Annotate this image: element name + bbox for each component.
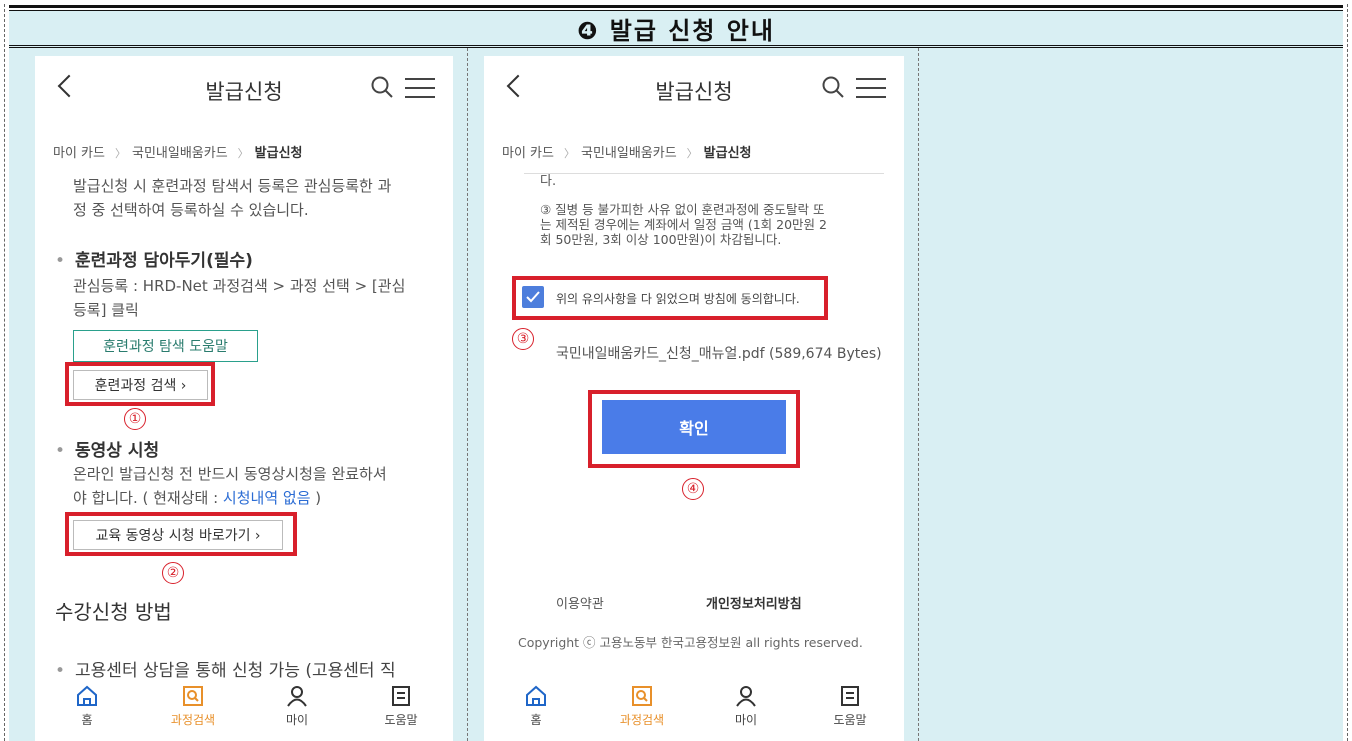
panel-right-empty — [919, 48, 1343, 741]
tab-help[interactable]: 도움말 — [820, 685, 880, 728]
course-search-icon — [183, 686, 203, 706]
guide-header: ❹ 발급 신청 안내 — [9, 10, 1343, 48]
chevron-right-icon: 〉 — [114, 147, 126, 160]
tab-label: 홈 — [530, 713, 542, 727]
step-marker-3: ③ — [512, 328, 534, 350]
home-icon — [526, 685, 546, 706]
terms-link[interactable]: 이용약관 — [556, 593, 604, 617]
guide-title: ❹ 발급 신청 안내 — [577, 16, 775, 45]
breadcrumb-item[interactable]: 국민내일배움카드 — [132, 146, 228, 161]
intro-line: 정 중 선택하여 등록하실 수 있습니다. — [73, 201, 309, 219]
app-header: 발급신청 — [484, 56, 904, 126]
section-heading: 훈련과정 담아두기(필수) — [55, 246, 253, 271]
highlight-box-4 — [588, 390, 800, 468]
intro-text: 발급신청 시 훈련과정 탐색서 등록은 관심등록한 과 정 중 선택하여 등록하… — [73, 174, 391, 222]
tab-label: 마이 — [285, 713, 309, 727]
tab-home[interactable]: 홈 — [57, 685, 117, 728]
help-document-icon — [392, 686, 410, 706]
tab-label: 과정검색 — [619, 713, 665, 727]
desc-line: 등록] 클릭 — [73, 301, 139, 319]
notice-line: 는 제적된 경우에는 계좌에서 일정 금액 (1회 20만원 2 — [540, 217, 827, 232]
intro-line: 발급신청 시 훈련과정 탐색서 등록은 관심등록한 과 — [73, 177, 392, 195]
tab-home[interactable]: 홈 — [506, 685, 566, 728]
breadcrumb: 마이 카드 〉 국민내일배움카드 〉 발급신청 — [53, 142, 307, 161]
bottom-tab-bar: 홈 과정검색 마이 도움말 — [35, 681, 453, 741]
section-desc: 관심등록 : HRD-Net 과정검색 > 과정 선택 > [관심 등록] 클릭 — [73, 274, 405, 322]
tab-label: 홈 — [81, 713, 93, 727]
tab-label: 도움말 — [833, 713, 867, 727]
notice-text: ③ 질병 등 불가피한 사유 없이 훈련과정에 중도탈락 또 는 제적된 경우에… — [540, 202, 827, 247]
menu-icon[interactable] — [856, 77, 886, 99]
section-heading: 동영상 시청 — [55, 436, 159, 461]
tab-course-search[interactable]: 과정검색 — [163, 685, 223, 728]
search-icon[interactable] — [822, 76, 844, 98]
tab-course-search[interactable]: 과정검색 — [612, 685, 672, 728]
desc-line: 온라인 발급신청 전 반드시 동영상시청을 완료하셔 — [73, 465, 387, 483]
breadcrumb-item[interactable]: 국민내일배움카드 — [581, 146, 677, 161]
section-bullet: 고용센터 상담을 통해 신청 가능 (고용센터 직 — [55, 656, 396, 681]
watch-status-link[interactable]: 시청내역 없음 — [223, 489, 311, 507]
breadcrumb: 마이 카드 〉 국민내일배움카드 〉 발급신청 — [502, 142, 756, 161]
manual-file-link[interactable]: 국민내일배움카드_신청_매뉴얼.pdf (589,674 Bytes) — [556, 342, 882, 366]
app-header: 발급신청 — [35, 56, 453, 126]
left-phone-screen: 발급신청 마이 카드 〉 국민내일배움카드 〉 발급신청 발급신청 시 훈련과정 탐색서… — [35, 56, 453, 741]
notice-line: 회 50만원, 3회 이상 100만원)이 차감됩니다. — [540, 232, 782, 247]
menu-icon[interactable] — [405, 77, 435, 99]
divider — [524, 173, 884, 174]
course-help-button[interactable]: 훈련과정 탐색 도움말 — [73, 330, 258, 362]
desc-line: 관심등록 : HRD-Net 과정검색 > 과정 선택 > [관심 — [73, 277, 406, 295]
step-marker-1: ① — [124, 408, 146, 430]
search-icon[interactable] — [371, 76, 393, 98]
privacy-policy-link[interactable]: 개인정보처리방침 — [706, 593, 802, 617]
person-icon — [736, 686, 756, 707]
tab-label: 도움말 — [384, 713, 418, 727]
help-document-icon — [841, 686, 859, 706]
course-search-icon — [632, 686, 652, 706]
chevron-right-icon: 〉 — [563, 147, 575, 160]
status-suffix: ) — [310, 489, 322, 507]
tab-label: 과정검색 — [170, 713, 216, 727]
bottom-tab-bar: 홈 과정검색 마이 도움말 — [484, 681, 904, 741]
breadcrumb-item[interactable]: 마이 카드 — [502, 146, 554, 161]
step-marker-4: ④ — [682, 478, 704, 500]
breadcrumb-current: 발급신청 — [254, 146, 303, 161]
highlight-box-1 — [65, 362, 215, 406]
breadcrumb-current: 발급신청 — [703, 146, 752, 161]
copyright-text: Copyright ⓒ 고용노동부 한국고용정보원 all rights res… — [518, 635, 863, 650]
top-rule — [9, 5, 1343, 8]
tab-my[interactable]: 마이 — [267, 685, 327, 728]
right-phone-screen: 발급신청 마이 카드 〉 국민내일배움카드 〉 발급신청 다. ③ 질병 등 불가피한 … — [484, 56, 904, 741]
tab-label: 마이 — [734, 713, 758, 727]
status-prefix: 야 합니다. ( 현재상태 : — [73, 489, 223, 507]
breadcrumb-item[interactable]: 마이 카드 — [53, 146, 105, 161]
highlight-box-3 — [512, 276, 828, 320]
person-icon — [287, 686, 307, 707]
section-desc: 온라인 발급신청 전 반드시 동영상시청을 완료하셔 야 합니다. ( 현재상태… — [73, 462, 387, 510]
tab-help[interactable]: 도움말 — [371, 685, 431, 728]
highlight-box-2 — [65, 512, 297, 556]
section-title: 수강신청 방법 — [55, 600, 172, 624]
step-marker-2: ② — [162, 562, 184, 584]
home-icon — [77, 685, 97, 706]
chevron-right-icon: 〉 — [237, 147, 249, 160]
notice-line: ③ 질병 등 불가피한 사유 없이 훈련과정에 중도탈락 또 — [540, 202, 825, 217]
desc-line: 야 합니다. ( 현재상태 : 시청내역 없음 ) — [73, 486, 387, 510]
tab-my[interactable]: 마이 — [716, 685, 776, 728]
chevron-right-icon: 〉 — [686, 147, 698, 160]
